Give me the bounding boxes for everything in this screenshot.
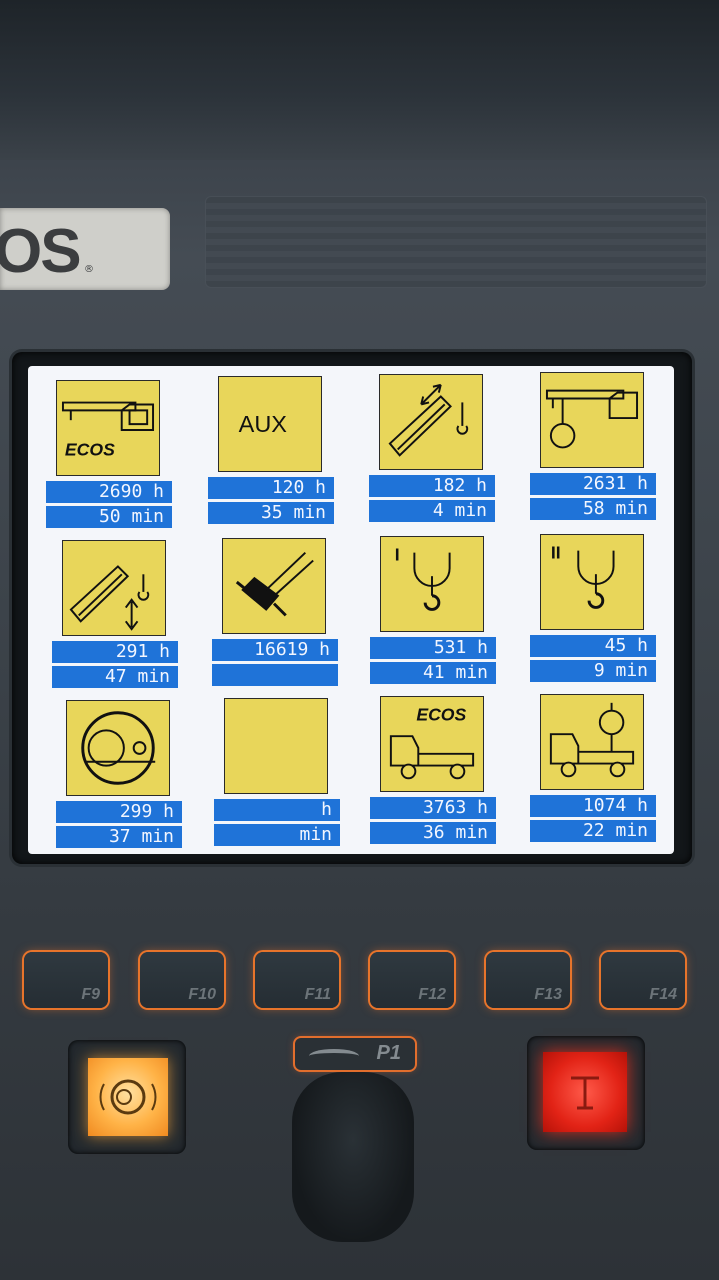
minutes-value: 9 min — [530, 660, 656, 682]
p1-label: P1 — [295, 1038, 415, 1070]
hours-value: 16619 h — [212, 639, 338, 661]
ecos-label: ECOS — [65, 439, 115, 459]
hours-value: 2690 h — [46, 481, 172, 503]
hours-value: h — [214, 799, 340, 821]
hours-value: 531 h — [370, 637, 496, 659]
f14-key-label: F14 — [649, 986, 677, 1003]
hours-value: 1074 h — [530, 795, 656, 817]
f10-key-label: F10 — [188, 986, 216, 1003]
f10-key[interactable]: F10 — [140, 952, 224, 1008]
minutes-value — [212, 664, 338, 686]
slewing-brake-icon — [99, 1079, 157, 1115]
hydraulic-cylinder-icon — [222, 538, 326, 634]
f12-key-label: F12 — [418, 986, 446, 1003]
truck-ecos-icon: ECOS — [380, 696, 484, 792]
aux-label: AUX — [239, 411, 288, 437]
winch-stop-icon — [571, 1076, 599, 1110]
minutes-value: 37 min — [56, 826, 182, 848]
f14-key[interactable]: F14 — [601, 952, 685, 1008]
boom-luffing-icon — [62, 540, 166, 636]
display-screen: ECOS 2690 h 50 min AUX 120 h 35 min 182 … — [28, 366, 674, 854]
brand-logo: OS ® — [0, 208, 170, 290]
aux-icon: AUX — [218, 376, 322, 472]
hours-value: 2631 h — [530, 473, 656, 495]
hoist-2-icon: II — [540, 534, 644, 630]
minutes-value: 50 min — [46, 506, 172, 528]
slewing-brake-button[interactable] — [68, 1040, 186, 1154]
hours-value: 299 h — [56, 801, 182, 823]
ecos-label: ECOS — [416, 705, 466, 725]
crane-hook-icon — [540, 372, 644, 468]
minutes-value: 47 min — [52, 666, 178, 688]
f9-key[interactable]: F9 — [24, 952, 108, 1008]
truck-crane-icon — [540, 694, 644, 790]
hours-value: 291 h — [52, 641, 178, 663]
boom-telescope-icon — [379, 374, 483, 470]
speaker-grille — [205, 196, 707, 288]
f11-key-label: F11 — [304, 986, 331, 1003]
hoist-1-icon: I — [380, 536, 484, 632]
p1-text: P1 — [376, 1042, 401, 1064]
f12-key[interactable]: F12 — [370, 952, 454, 1008]
minutes-value: min — [214, 824, 340, 846]
top-bezel — [0, 0, 719, 160]
slewing-brake-face — [88, 1058, 168, 1136]
f13-key[interactable]: F13 — [486, 952, 570, 1008]
crane-ecos-icon: ECOS — [56, 380, 160, 476]
hours-value: 45 h — [530, 635, 656, 657]
hoist-number: II — [551, 543, 561, 563]
hoist-number: I — [395, 545, 400, 565]
minutes-value: 4 min — [369, 500, 495, 522]
speed-curve-icon — [309, 1049, 359, 1063]
stop-button-face — [543, 1052, 627, 1132]
f13-key-label: F13 — [534, 986, 562, 1003]
f9-key-label: F9 — [81, 986, 100, 1003]
minutes-value: 22 min — [530, 820, 656, 842]
f11-key[interactable]: F11 — [255, 952, 339, 1008]
minutes-value: 35 min — [208, 502, 334, 524]
minutes-value: 58 min — [530, 498, 656, 520]
hours-value: 3763 h — [370, 797, 496, 819]
stop-button[interactable] — [527, 1036, 645, 1150]
hours-value: 182 h — [369, 475, 495, 497]
slewing-icon — [66, 700, 170, 796]
rotary-knob[interactable] — [292, 1072, 414, 1242]
brand-logo-text: OS — [0, 217, 82, 286]
minutes-value: 41 min — [370, 662, 496, 684]
registered-mark: ® — [84, 264, 94, 275]
minutes-value: 36 min — [370, 822, 496, 844]
blank-icon — [224, 698, 328, 794]
hours-value: 120 h — [208, 477, 334, 499]
